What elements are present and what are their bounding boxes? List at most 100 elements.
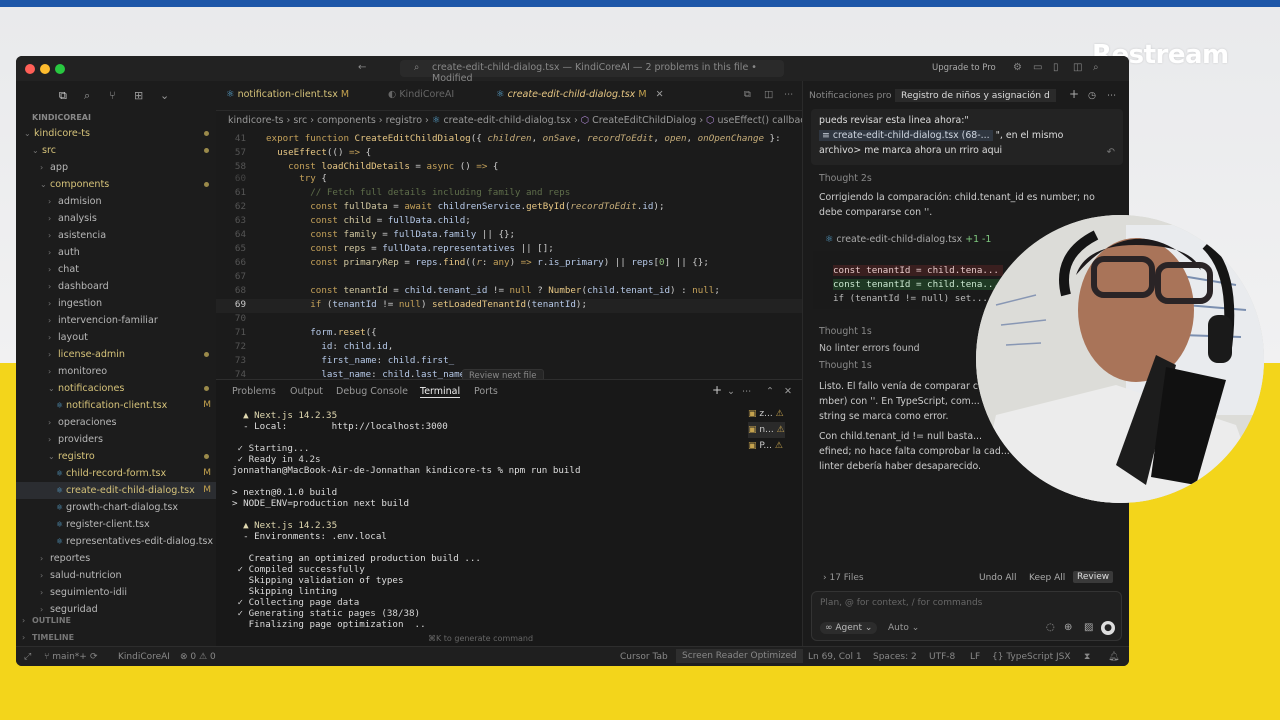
terminal-instance[interactable]: ▣ P... ⚠ <box>748 438 785 454</box>
undo-icon[interactable]: ↶ <box>1107 147 1115 158</box>
compare-icon[interactable]: ⧉ <box>744 89 751 100</box>
extension-icon[interactable]: ⧗ <box>1084 652 1090 662</box>
folder-item[interactable]: › providers <box>16 431 216 448</box>
tab-ports[interactable]: Ports <box>474 386 498 397</box>
project-name[interactable]: KindiCoreAI <box>118 652 170 662</box>
problems-indicator[interactable]: ⊗ 0 ⚠ 0 <box>180 652 216 662</box>
search-icon[interactable]: ⌕ <box>84 89 90 103</box>
file-item[interactable]: ⚛ representatives-edit-dialog.tsx <box>16 533 216 550</box>
folder-item[interactable]: › layout <box>16 329 216 346</box>
folder-item[interactable]: › operaciones <box>16 414 216 431</box>
keep-all-button[interactable]: Keep All <box>1029 573 1065 583</box>
split-editor-icon[interactable]: ◫ <box>764 89 773 100</box>
folder-item[interactable]: › license-admin <box>16 346 216 363</box>
file-item[interactable]: ⚛ register-client.tsx <box>16 516 216 533</box>
language-mode[interactable]: {} TypeScript JSX <box>992 652 1071 662</box>
file-item[interactable]: ⚛ growth-chart-dialog.tsx <box>16 499 216 516</box>
folder-item[interactable]: ⌄ kindicore-ts <box>16 125 216 142</box>
back-arrow-icon[interactable]: ← <box>358 62 366 73</box>
screen-reader-toggle[interactable]: Screen Reader Optimized <box>676 649 803 663</box>
folder-item[interactable]: ⌄ src <box>16 142 216 159</box>
extensions-icon[interactable]: ⊞ <box>134 89 143 102</box>
history-icon[interactable]: ◷ <box>1088 90 1096 101</box>
agent-mode-selector[interactable]: ∞ Agent ⌄ <box>820 622 878 634</box>
breadcrumb-item[interactable]: useEffect() callback <box>718 115 812 126</box>
thought-indicator[interactable]: Thought 1s <box>819 360 872 371</box>
terminal-instance[interactable]: ▣ z... ⚠ <box>748 406 785 422</box>
chat-tab-registro[interactable]: Registro de niños y asignación d <box>895 89 1056 102</box>
chevron-up-icon[interactable]: ⌃ <box>766 386 774 397</box>
tab-output[interactable]: Output <box>290 386 323 397</box>
chevron-down-icon[interactable]: ⌄ <box>727 386 735 397</box>
undo-all-button[interactable]: Undo All <box>979 573 1017 583</box>
sync-icon[interactable]: ⟳ <box>90 652 98 662</box>
close-panel-icon[interactable]: ✕ <box>784 386 792 397</box>
search-icon[interactable]: ⌕ <box>1093 62 1099 73</box>
line-ending[interactable]: LF <box>970 652 980 662</box>
settings-icon[interactable]: ⚙ <box>1013 62 1022 73</box>
more-icon[interactable]: ⋯ <box>742 386 752 397</box>
more-icon[interactable]: ⋯ <box>784 89 794 100</box>
file-reference-chip[interactable]: ≡ create-edit-child-dialog.tsx (68-... <box>819 130 993 141</box>
thought-indicator[interactable]: Thought 2s <box>819 173 872 184</box>
close-tab-icon[interactable]: ✕ <box>656 89 664 100</box>
user-message[interactable]: pueds revisar esta linea ahora:" ≡ creat… <box>811 109 1123 165</box>
image-icon[interactable]: ▨ <box>1084 622 1093 633</box>
folder-item[interactable]: › app <box>16 159 216 176</box>
folder-item[interactable]: › auth <box>16 244 216 261</box>
folder-item[interactable]: › salud-nutricion <box>16 567 216 584</box>
breadcrumb-item[interactable]: components <box>317 115 376 126</box>
changed-files-toggle[interactable]: › 17 Files <box>823 573 864 583</box>
new-terminal-icon[interactable]: + <box>712 383 722 397</box>
chevron-down-icon[interactable]: ⌄ <box>160 89 169 102</box>
terminal-output[interactable]: ▲ Next.js 14.2.35 - Local: http://localh… <box>232 410 580 630</box>
breadcrumb-item[interactable]: CreateEditChildDialog <box>592 115 696 126</box>
folder-item[interactable]: ⌄ notificaciones <box>16 380 216 397</box>
folder-item[interactable]: › analysis <box>16 210 216 227</box>
cursor-tab-toggle[interactable]: Cursor Tab <box>620 652 668 662</box>
folder-item[interactable]: ⌄ components <box>16 176 216 193</box>
layout-icon[interactable]: ▭ <box>1033 62 1042 73</box>
folder-item[interactable]: › ingestion <box>16 295 216 312</box>
tab-create-edit-child-dialog[interactable]: ⚛ create-edit-child-dialog.tsx M ✕ <box>496 89 664 100</box>
source-control-icon[interactable]: ⑂ <box>109 89 116 102</box>
more-icon[interactable]: ⋯ <box>1107 90 1116 101</box>
outline-section[interactable]: OUTLINE <box>32 614 71 628</box>
folder-item[interactable]: › admision <box>16 193 216 210</box>
notifications-icon[interactable]: 🔔︎ <box>1108 652 1119 662</box>
branch-indicator[interactable]: ⑂ main*+ <box>44 652 87 662</box>
tab-problems[interactable]: Problems <box>232 386 276 397</box>
explorer-icon[interactable]: ⧉ <box>59 89 67 103</box>
encoding[interactable]: UTF-8 <box>929 652 955 662</box>
close-window-button[interactable] <box>25 64 35 74</box>
tab-debug-console[interactable]: Debug Console <box>336 386 408 397</box>
zoom-window-button[interactable] <box>55 64 65 74</box>
review-button[interactable]: Review <box>1073 571 1114 583</box>
folder-item[interactable]: › reportes <box>16 550 216 567</box>
minimize-window-button[interactable] <box>40 64 50 74</box>
folder-item[interactable]: › seguimiento-idii <box>16 584 216 601</box>
remote-icon[interactable]: ⤢ <box>24 652 31 662</box>
folder-item[interactable]: › intervencion-familiar <box>16 312 216 329</box>
breadcrumb-item[interactable]: registro <box>386 115 422 126</box>
folder-item[interactable]: › chat <box>16 261 216 278</box>
new-chat-icon[interactable]: + <box>1069 87 1079 101</box>
folder-item[interactable]: ⌄ registro <box>16 448 216 465</box>
chat-input[interactable]: Plan, @ for context, / for commands ∞ Ag… <box>811 591 1122 641</box>
terminal-instance[interactable]: ▣ n... ⚠ <box>748 422 785 438</box>
globe-icon[interactable]: ⊕ <box>1064 622 1072 633</box>
indentation[interactable]: Spaces: 2 <box>873 652 917 662</box>
file-item[interactable]: ⚛ notification-client.tsx M <box>16 397 216 414</box>
microphone-icon[interactable]: ● <box>1101 621 1115 635</box>
model-selector[interactable]: Auto ⌄ <box>888 623 919 633</box>
file-item[interactable]: ⚛ create-edit-child-dialog.tsx M <box>16 482 216 499</box>
tab-kindicoreai[interactable]: ◐ KindiCoreAI <box>388 89 454 100</box>
cursor-position[interactable]: Ln 69, Col 1 <box>808 652 862 662</box>
folder-item[interactable]: › dashboard <box>16 278 216 295</box>
folder-item[interactable]: › monitoreo <box>16 363 216 380</box>
split-icon[interactable]: ◫ <box>1073 62 1082 73</box>
diff-file-header[interactable]: ⚛ create-edit-child-dialog.tsx +1 -1 <box>825 234 991 245</box>
folder-item[interactable]: › asistencia <box>16 227 216 244</box>
tab-notification-client[interactable]: ⚛ notification-client.tsx M <box>226 89 349 100</box>
breadcrumb-item[interactable]: kindicore-ts <box>228 115 284 126</box>
